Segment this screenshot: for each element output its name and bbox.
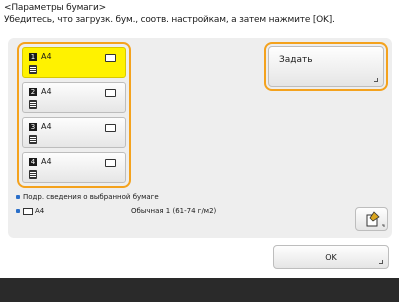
paper-icon [105,159,116,167]
details-label-line: Подр. сведения о выбранной бумаге [16,193,159,202]
drawer-4-button[interactable]: 4 A4 [22,152,126,183]
selected-paper-type: Обычная 1 (61-74 г/м2) [131,207,217,215]
set-button-label: Задать [279,55,313,65]
paper-settings-tool-button[interactable] [355,207,388,231]
ok-button-label: OK [325,253,337,262]
drawer-number-badge: 3 [29,123,37,131]
paper-settings-icon [366,211,385,227]
selected-paper-info: A4 [16,207,44,216]
paper-stack-icon [29,65,37,74]
ok-button[interactable]: OK [273,245,389,269]
paper-icon [105,54,116,62]
paper-stack-icon [29,135,37,144]
paper-stack-icon [29,100,37,109]
drawer-paper-size: A4 [41,122,52,131]
screen-header: <Параметры бумаги> Убедитесь, что загруз… [4,2,335,26]
screen-title: <Параметры бумаги> [4,3,107,13]
drawer-number-badge: 4 [29,158,37,166]
bullet-icon [16,209,20,213]
status-bar [0,278,399,302]
set-button[interactable]: Задать [268,46,384,87]
selected-paper-size: A4 [35,207,45,215]
paper-stack-icon [29,170,37,179]
bullet-icon [16,195,20,199]
drawer-paper-size: A4 [41,52,52,61]
corner-arrow-icon [379,260,383,264]
drawer-paper-size: A4 [41,87,52,96]
drawer-paper-size: A4 [41,157,52,166]
drawer-1-button[interactable]: 1 A4 [22,47,126,78]
paper-icon [23,207,33,215]
screen-instruction: Убедитесь, что загрузк. бум., соотв. нас… [4,15,335,25]
drawer-3-button[interactable]: 3 A4 [22,117,126,148]
paper-icon [105,89,116,97]
drawer-number-badge: 2 [29,88,37,96]
drawer-2-button[interactable]: 2 A4 [22,82,126,113]
corner-arrow-icon [374,78,378,82]
drawer-number-badge: 1 [29,53,37,61]
details-label: Подр. сведения о выбранной бумаге [23,193,159,201]
paper-icon [105,124,116,132]
